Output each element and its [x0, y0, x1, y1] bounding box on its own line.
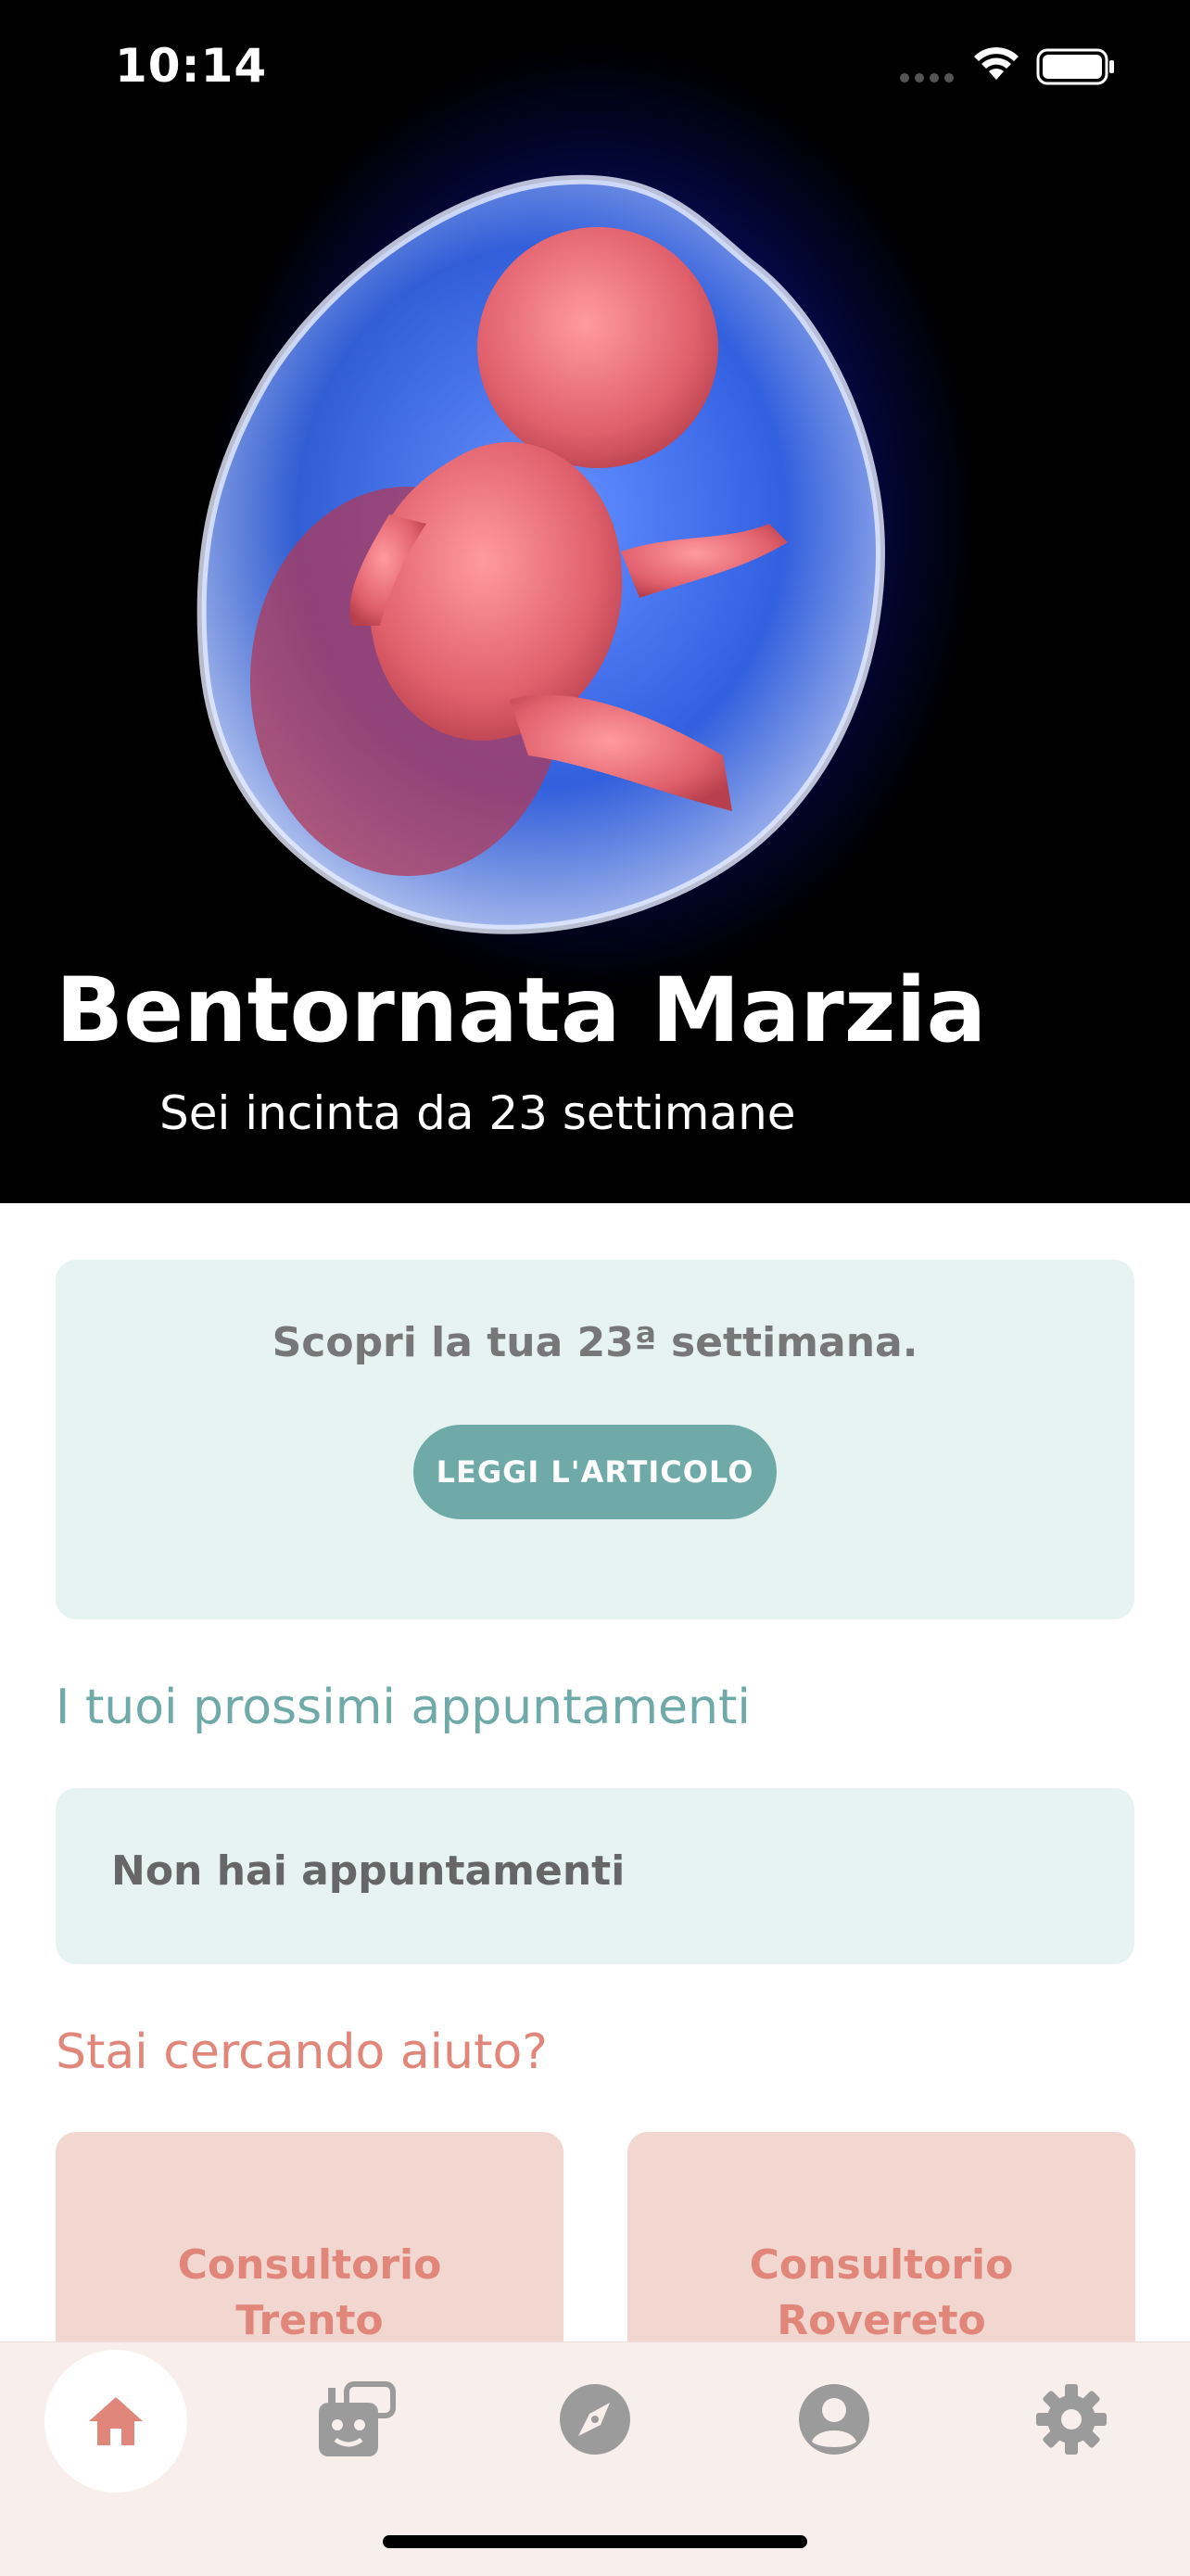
consultorio-trento-line2: Trento [235, 2297, 384, 2344]
pregnancy-week-subtitle: Sei incinta da 23 settimane [159, 1086, 796, 1140]
tab-home[interactable] [44, 2350, 187, 2493]
appointments-card[interactable]: Non hai appuntamenti [56, 1788, 1134, 1964]
wifi-icon [974, 47, 1019, 80]
status-time: 10:14 [115, 39, 268, 93]
tab-settings[interactable] [997, 2350, 1146, 2489]
compass-icon [560, 2384, 630, 2455]
gear-icon [1036, 2384, 1107, 2455]
tab-profile[interactable] [760, 2350, 908, 2489]
tab-explore[interactable] [521, 2350, 669, 2489]
fetus-illustration [196, 174, 886, 934]
appointments-heading: I tuoi prossimi appuntamenti [56, 1680, 751, 1735]
greeting-title: Bentornata Marzia [56, 958, 987, 1062]
consultorio-rovereto-line2: Rovereto [777, 2297, 986, 2344]
status-bar: 10:14 [0, 0, 1190, 139]
week-article-card: Scopri la tua 23ª settimana. LEGGI L'ART… [56, 1260, 1134, 1619]
hero-banner: 10:14 Bentornata Marzia Sei incinta da 2… [0, 0, 1190, 1203]
home-indicator [383, 2535, 807, 2548]
no-appointments-text: Non hai appuntamenti [111, 1847, 626, 1895]
tab-chatbot[interactable] [280, 2350, 428, 2489]
cellular-signal-icon [900, 73, 954, 82]
week-article-text: Scopri la tua 23ª settimana. [272, 1319, 918, 1366]
help-heading: Stai cercando aiuto? [56, 2024, 548, 2080]
home-icon [89, 2397, 143, 2445]
profile-icon [799, 2384, 869, 2455]
read-article-button[interactable]: LEGGI L'ARTICOLO [413, 1425, 777, 1519]
battery-icon [1036, 48, 1114, 85]
consultorio-rovereto-line1: Consultorio [749, 2241, 1014, 2289]
chatbot-icon [319, 2381, 396, 2456]
consultorio-trento-line1: Consultorio [177, 2241, 442, 2289]
